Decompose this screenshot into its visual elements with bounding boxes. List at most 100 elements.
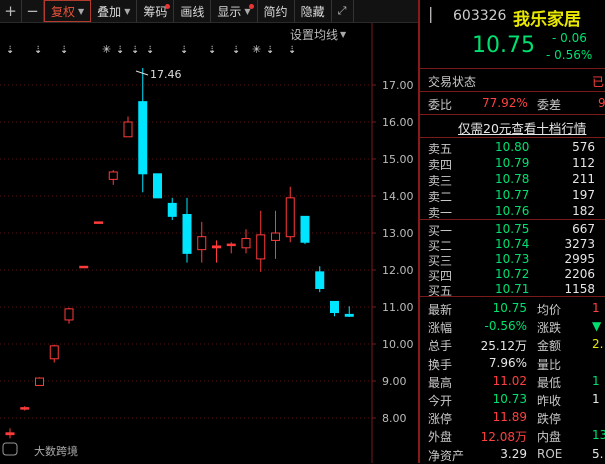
simple-button[interactable]: 简约 <box>258 0 295 22</box>
level-volume: 112 <box>572 156 595 170</box>
candle-body <box>182 214 192 254</box>
candle-body <box>5 432 15 436</box>
simple-label: 简约 <box>263 4 288 19</box>
stat-row: 最高 11.02 最低 1 <box>420 372 605 390</box>
candle-body <box>271 232 280 241</box>
ask-row[interactable]: 卖五 10.80 576 <box>420 139 605 156</box>
down-arrow-marker-icon[interactable]: ⇣ <box>60 45 68 56</box>
candle-body <box>212 245 221 249</box>
notification-dot-icon <box>248 4 254 9</box>
candle <box>20 406 30 411</box>
overlay-button[interactable]: 叠加 ▼ <box>91 0 138 22</box>
level-price: 10.77 <box>495 188 530 202</box>
candle-body <box>256 234 266 260</box>
y-axis: 17.00 16.00 15.00 14.00 13.00 12.00 11.00 10.00… <box>372 79 414 425</box>
ask-row[interactable]: 卖四 10.79 112 <box>420 155 605 172</box>
star-marker-icon[interactable]: ✳ <box>102 43 111 56</box>
stat-label: ROE <box>537 446 563 461</box>
level-price: 10.80 <box>495 140 530 154</box>
candle-body <box>241 238 251 249</box>
quote-header: ❘ 603326 我乐家居 10.75 - 0.06 - 0.56% <box>420 0 605 69</box>
candle-body <box>108 171 118 180</box>
bid-row[interactable]: 买五 10.71 1158 <box>420 281 605 298</box>
y-tick-label: 16.00 <box>382 116 414 129</box>
nav-prev-icon[interactable]: ❘ <box>424 4 437 23</box>
candle-body <box>123 121 133 138</box>
down-arrow-marker-icon[interactable]: ⇣ <box>232 45 240 56</box>
down-arrow-marker-icon[interactable]: ⇣ <box>266 45 274 56</box>
candlestick-chart[interactable]: 17.00 16.00 15.00 14.00 13.00 12.00 11.00 10.00… <box>0 23 418 463</box>
promo-link[interactable]: 仅需20元查看十档行情 <box>458 118 586 137</box>
stat-value: 1 <box>592 301 600 315</box>
promo-row[interactable]: 仅需20元查看十档行情 <box>420 116 605 136</box>
candle <box>226 242 236 254</box>
down-arrow-marker-icon[interactable]: ⇣ <box>34 45 42 56</box>
divider <box>420 219 605 220</box>
down-arrow-marker-icon[interactable]: ⇣ <box>208 45 216 56</box>
zoom-in-button[interactable]: + <box>0 0 22 22</box>
chevron-down-icon: ▼ <box>78 6 85 16</box>
ask-row[interactable]: 卖三 10.78 211 <box>420 171 605 188</box>
candle <box>285 186 295 243</box>
down-arrow-marker-icon[interactable]: ⇣ <box>131 45 139 56</box>
stat-label: 金额 <box>537 339 562 354</box>
divider <box>420 91 605 92</box>
ma-setting-link[interactable]: 设置均线 <box>290 28 338 42</box>
candle <box>94 221 103 224</box>
candle <box>64 307 74 324</box>
bid-row[interactable]: 买一 10.75 667 <box>420 221 605 238</box>
candle <box>271 210 280 259</box>
stat-value: 10.75 <box>492 301 527 315</box>
stat-value: 12.08万 <box>480 430 527 445</box>
down-arrow-marker-icon[interactable]: ⇣ <box>180 45 188 56</box>
fuquan-button[interactable]: 复权 ▼ <box>44 0 92 22</box>
divider <box>420 137 605 138</box>
stat-label: 量比 <box>537 357 562 372</box>
star-marker-icon[interactable]: ✳ <box>252 43 261 56</box>
fullscreen-icon[interactable]: ⤢ <box>332 0 354 22</box>
level-volume: 197 <box>572 188 595 202</box>
down-arrow-marker-icon[interactable]: ⇣ <box>146 45 154 56</box>
bid-row[interactable]: 买四 10.72 2206 <box>420 266 605 283</box>
display-button[interactable]: 显示 ▼ <box>211 0 258 22</box>
candle <box>167 197 177 221</box>
level-volume: 211 <box>572 172 595 186</box>
price-change-pct: - 0.56% <box>546 48 593 62</box>
level-volume: 1158 <box>564 282 595 296</box>
bid-row[interactable]: 买三 10.73 2995 <box>420 251 605 268</box>
candle-body <box>315 271 325 290</box>
level-price: 10.78 <box>495 172 530 186</box>
ask-row[interactable]: 卖一 10.76 182 <box>420 203 605 220</box>
candle <box>79 265 89 269</box>
draw-line-label: 画线 <box>180 4 205 19</box>
draw-line-button[interactable]: 画线 <box>174 0 212 22</box>
weibi-row: 委比 77.92% 委差 9 <box>420 94 605 113</box>
stat-label: 涨停 <box>428 412 453 427</box>
trade-status-value: 已 <box>592 75 605 89</box>
down-arrow-marker-icon[interactable]: ⇣ <box>116 45 124 56</box>
stat-label: 均价 <box>537 303 562 317</box>
down-arrow-marker-icon[interactable]: ⇣ <box>6 45 14 56</box>
level-price: 10.79 <box>495 156 530 170</box>
y-tick-label: 13.00 <box>382 227 414 240</box>
chip-button[interactable]: 筹码 <box>137 0 175 22</box>
high-price-label: 17.46 <box>150 68 182 81</box>
bid-row[interactable]: 买二 10.74 3273 <box>420 236 605 253</box>
candle <box>35 377 44 386</box>
stat-label: 总手 <box>428 339 453 354</box>
y-tick-label: 9.00 <box>382 375 407 388</box>
stat-label: 最低 <box>537 375 562 390</box>
quote-panel: ❘ 603326 我乐家居 10.75 - 0.06 - 0.56% 交易状态 … <box>420 0 605 463</box>
zoom-out-button[interactable]: − <box>22 0 44 22</box>
level-price: 10.76 <box>495 204 530 218</box>
last-price: 10.75 <box>472 33 535 58</box>
candle-body <box>79 265 89 269</box>
y-tick-label: 11.00 <box>382 301 414 314</box>
stock-code: 603326 <box>453 8 507 24</box>
ask-row[interactable]: 卖二 10.77 197 <box>420 187 605 204</box>
level-price: 10.73 <box>495 252 530 266</box>
hide-button[interactable]: 隐藏 <box>295 0 332 22</box>
stat-value: 10.73 <box>492 392 527 406</box>
level-price: 10.75 <box>495 222 530 236</box>
down-arrow-marker-icon[interactable]: ⇣ <box>288 45 296 56</box>
